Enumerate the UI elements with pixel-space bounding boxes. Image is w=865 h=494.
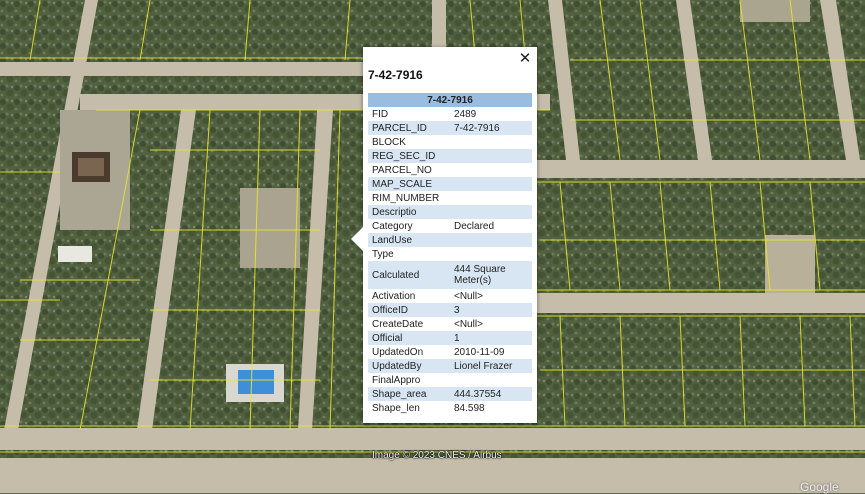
map-provider-logo: Google (800, 480, 839, 494)
attribute-value: Lionel Frazer (450, 359, 532, 373)
parcel-info-popup: ✕ 7-42-7916 7-42-7916 FID 2489 PARCEL_ID 7… (351, 47, 537, 423)
attribute-row: Calculated 444 Square Meter(s) (368, 261, 532, 289)
attribute-row: LandUse (368, 233, 532, 247)
attribute-value (450, 373, 532, 387)
attribute-key: Activation (372, 290, 416, 302)
attribute-row: CreateDate <Null> (368, 317, 532, 331)
attribute-value (450, 191, 532, 205)
attribute-table-header: 7-42-7916 (368, 93, 532, 107)
attribute-row: BLOCK (368, 135, 532, 149)
attribute-key: BLOCK (372, 136, 406, 148)
attribute-row: UpdatedBy Lionel Frazer (368, 359, 532, 373)
attribute-row: MAP_SCALE (368, 177, 532, 191)
attribute-value (450, 233, 532, 247)
attribute-value: Declared (454, 220, 495, 232)
attribute-key: PARCEL_ID (368, 121, 450, 135)
close-icon[interactable]: ✕ (517, 49, 533, 67)
attribute-key: MAP_SCALE (368, 177, 450, 191)
attribute-key: UpdatedBy (368, 359, 450, 373)
attribute-value: 1 (450, 331, 532, 345)
attribute-key: Calculated (368, 261, 450, 289)
attribute-row: RIM_NUMBER (368, 191, 532, 205)
attribute-value (450, 177, 532, 191)
attribute-row: REG_SEC_ID (368, 149, 532, 163)
attribute-key: PARCEL_NO (372, 164, 432, 176)
attribute-value: <Null> (454, 318, 483, 330)
attribute-key: LandUse (368, 233, 450, 247)
attribute-key: FinalAppro (372, 374, 421, 386)
attribute-key: FID (372, 108, 389, 120)
attribute-row: Category Declared (368, 219, 532, 233)
attribute-value: 84.598 (454, 402, 485, 414)
attribute-value: <Null> (454, 290, 483, 302)
attribute-row: FinalAppro (368, 373, 532, 387)
attribute-value (450, 247, 532, 261)
attribute-key: REG_SEC_ID (368, 149, 450, 163)
attribute-key: OfficeID (368, 303, 450, 317)
attribute-row: Descriptio (368, 205, 532, 219)
attribute-value: 2489 (454, 108, 477, 120)
attribute-value: 7-42-7916 (450, 121, 532, 135)
attribute-key: CreateDate (372, 318, 424, 330)
attribute-key: Descriptio (368, 205, 450, 219)
attribute-row: Activation <Null> (368, 289, 532, 303)
attribute-row: Shape_len 84.598 (368, 401, 532, 415)
attribute-value: 444 Square Meter(s) (450, 261, 532, 289)
attribute-table: 7-42-7916 FID 2489 PARCEL_ID 7-42-7916 BLO… (368, 93, 532, 415)
attribute-key: UpdatedOn (372, 346, 424, 358)
attribute-row: PARCEL_ID 7-42-7916 (368, 121, 532, 135)
attribute-key: Type (372, 248, 394, 260)
imagery-credit: Image © 2023 CNES / Airbus (372, 450, 502, 461)
popup-title: 7-42-7916 (368, 68, 423, 82)
attribute-value: 2010-11-09 (454, 346, 505, 358)
attribute-value (450, 163, 532, 177)
attribute-row: UpdatedOn 2010-11-09 (368, 345, 532, 359)
attribute-row: OfficeID 3 (368, 303, 532, 317)
attribute-key: RIM_NUMBER (372, 192, 440, 204)
attribute-value (450, 135, 532, 149)
attribute-row: Type (368, 247, 532, 261)
attribute-value: 3 (450, 303, 532, 317)
attribute-row: PARCEL_NO (368, 163, 532, 177)
attribute-key: Category (372, 220, 413, 232)
attribute-value (450, 205, 532, 219)
attribute-value: 444.37554 (450, 387, 532, 401)
attribute-key: Shape_area (368, 387, 450, 401)
attribute-row: Official 1 (368, 331, 532, 345)
attribute-row: FID 2489 (368, 107, 532, 121)
attribute-value (450, 149, 532, 163)
attribute-key: Shape_len (372, 402, 420, 414)
attribute-key: Official (368, 331, 450, 345)
popup-pointer (351, 227, 363, 251)
attribute-row: Shape_area 444.37554 (368, 387, 532, 401)
